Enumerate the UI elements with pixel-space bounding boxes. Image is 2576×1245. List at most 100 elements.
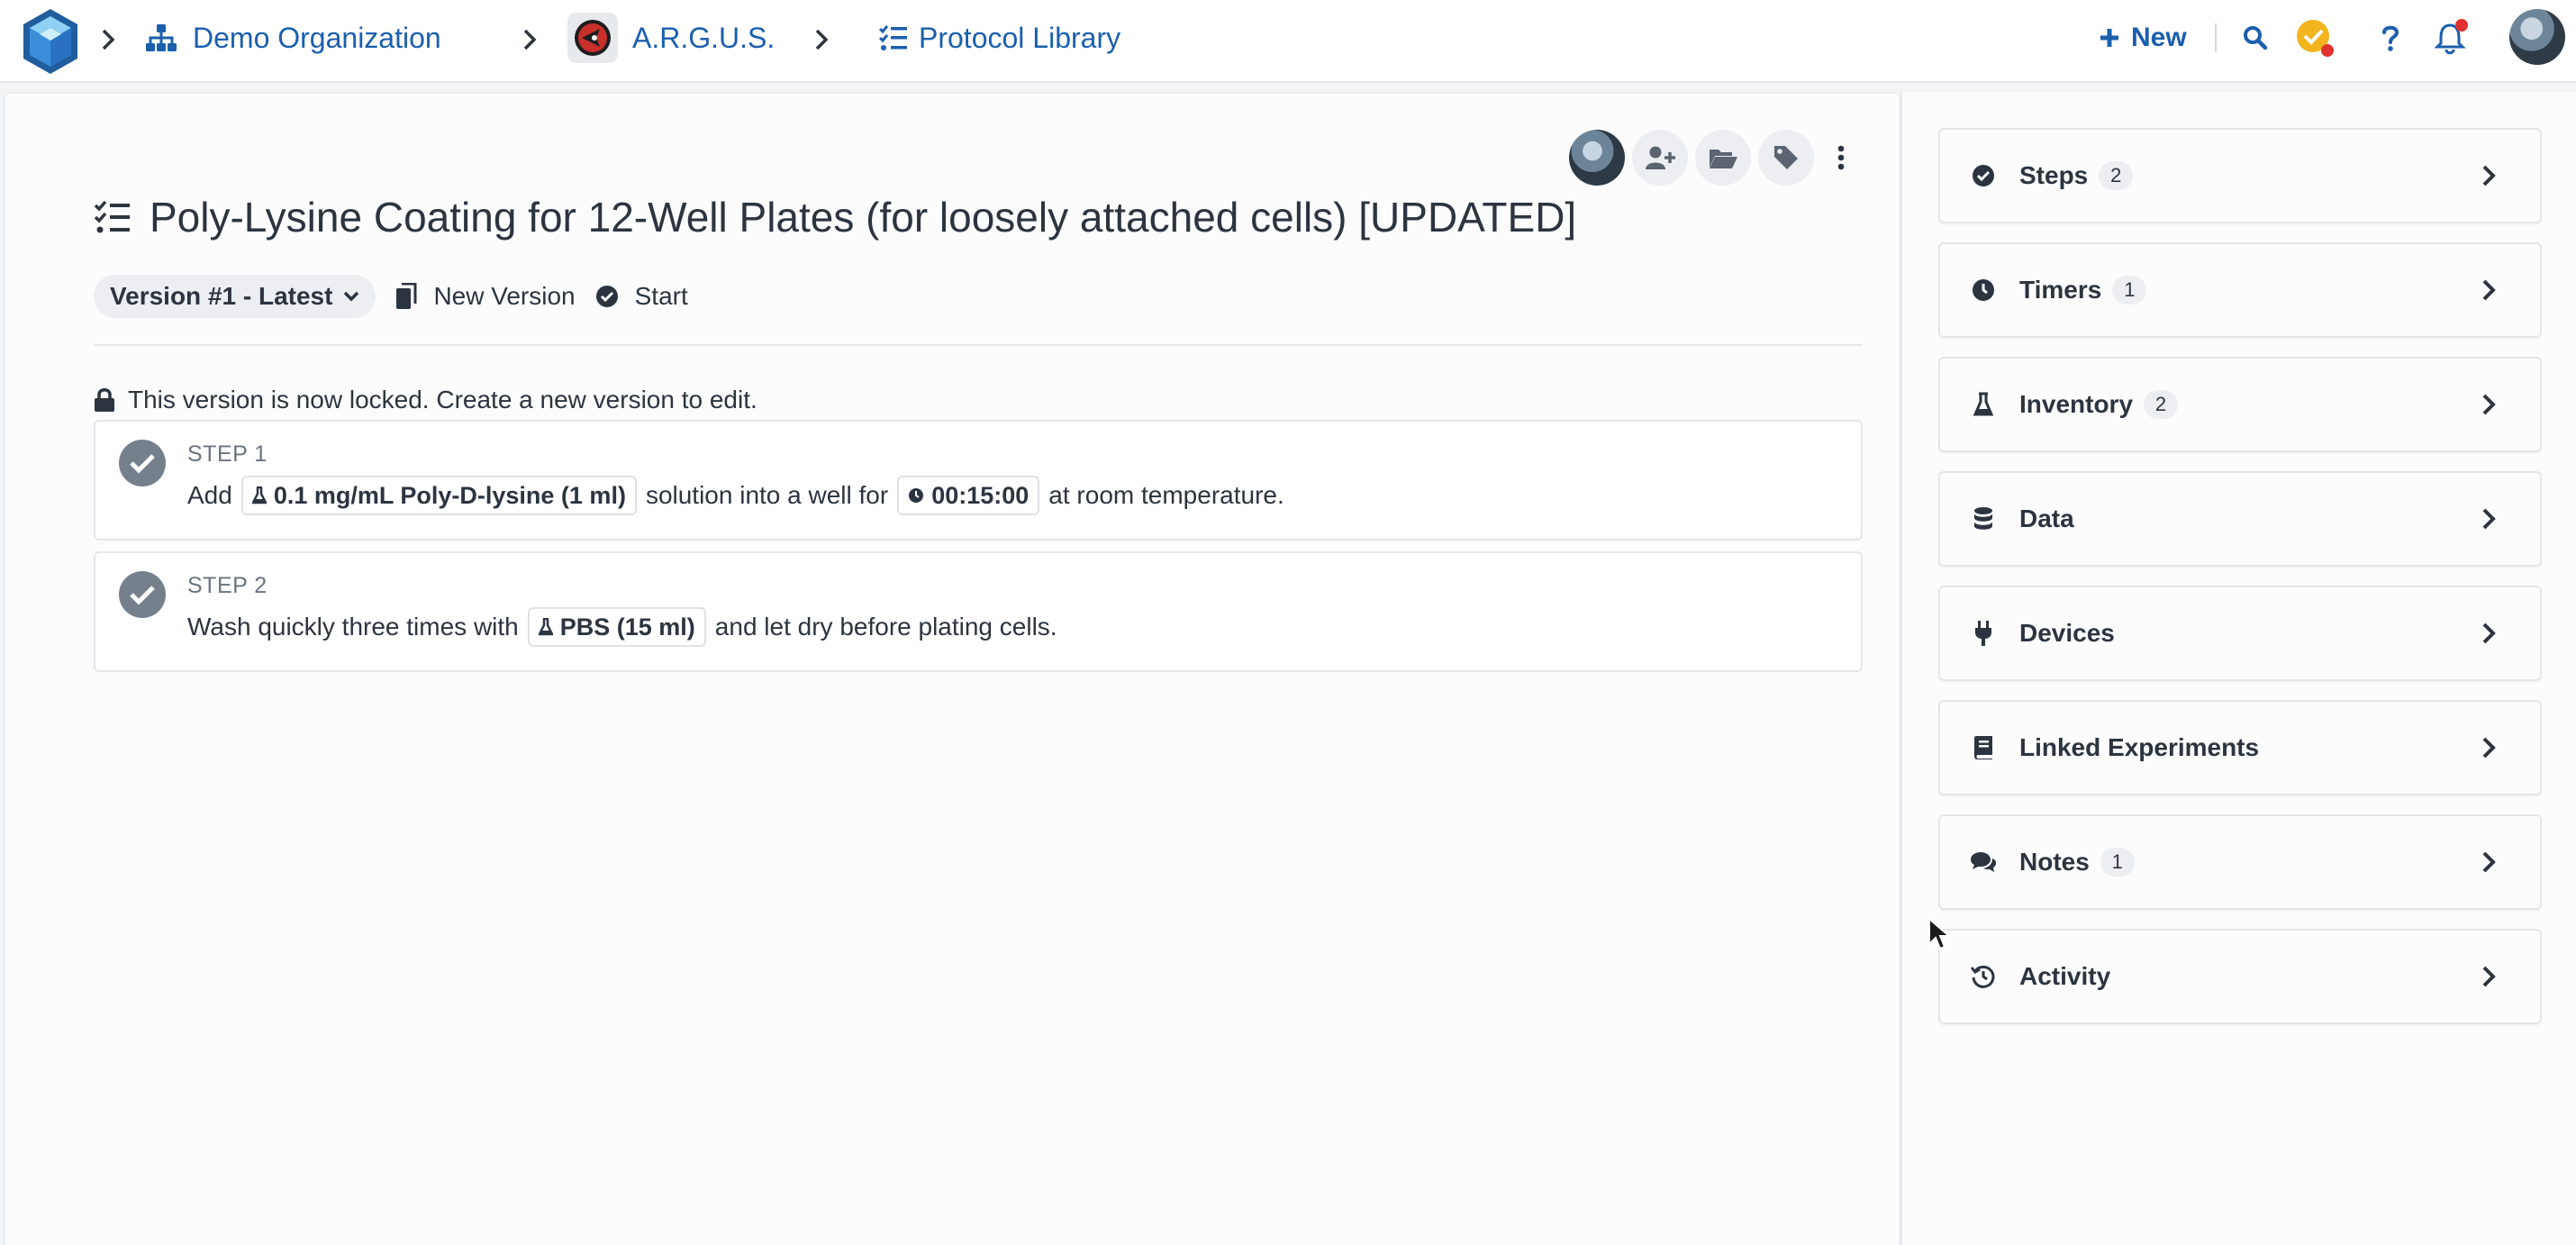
- count-badge: 1: [2100, 848, 2135, 877]
- version-select-label: Version #1 - Latest: [110, 282, 333, 310]
- panel-label: Notes: [2019, 848, 2090, 876]
- new-version-button[interactable]: New Version: [395, 282, 576, 311]
- inventory-chip-label: 0.1 mg/mL Poly-D-lysine (1 ml): [273, 481, 626, 509]
- version-select[interactable]: Version #1 - Latest: [94, 275, 376, 318]
- sidebar-panel-inventory[interactable]: Inventory 2: [1938, 357, 2542, 452]
- start-label: Start: [634, 282, 688, 310]
- more-options-icon[interactable]: [1825, 135, 1857, 180]
- chevron-down-icon: [344, 291, 359, 302]
- book-icon: [1967, 732, 2000, 764]
- inventory-chip-label: PBS (15 ml): [559, 613, 695, 641]
- count-badge: 1: [2112, 276, 2147, 304]
- notifications-bell-icon[interactable]: [2432, 18, 2472, 58]
- breadcrumb-project-label: A.R.G.U.S.: [632, 21, 776, 54]
- panel-label: Linked Experiments: [2019, 733, 2260, 761]
- history-icon: [1967, 960, 2000, 993]
- sidebar-panel-activity[interactable]: Activity: [1938, 929, 2542, 1024]
- locked-notice: This version is now locked. Create a new…: [94, 386, 757, 414]
- panel-label: Activity: [2019, 962, 2111, 990]
- sitemap-icon: [144, 21, 178, 55]
- toolbar-divider: [2215, 23, 2217, 52]
- step-number: STEP 1: [187, 441, 268, 467]
- tag-button[interactable]: [1758, 130, 1814, 186]
- step-complete-icon[interactable]: [119, 571, 166, 618]
- share-user-button[interactable]: [1632, 130, 1688, 186]
- database-icon: [1967, 503, 2000, 535]
- protocol-list-icon: [94, 200, 130, 233]
- breadcrumb-protocol-library[interactable]: Protocol Library: [877, 18, 1120, 58]
- step-text: Wash quickly three times with: [187, 613, 519, 641]
- app-logo-icon[interactable]: [20, 7, 81, 76]
- sidebar-panel-devices[interactable]: Devices: [1938, 586, 2542, 681]
- search-icon[interactable]: [2236, 18, 2275, 58]
- sidebar-panel-data[interactable]: Data: [1938, 471, 2542, 567]
- step-complete-icon[interactable]: [119, 440, 166, 486]
- sidebar-panel-linked-experiments[interactable]: Linked Experiments: [1938, 700, 2542, 795]
- step-instructions: Add 0.1 mg/mL Poly-D-lysine (1 ml) solut…: [187, 476, 1284, 515]
- step-instructions: Wash quickly three times with PBS (15 ml…: [187, 607, 1057, 647]
- section-divider: [94, 344, 1863, 346]
- chevron-right-icon: [519, 23, 540, 56]
- lock-icon: [95, 388, 114, 412]
- step-text: Add: [187, 481, 232, 509]
- start-button[interactable]: Start: [595, 282, 688, 311]
- help-icon[interactable]: [2371, 18, 2410, 58]
- clock-icon: [909, 488, 924, 503]
- inventory-chip[interactable]: 0.1 mg/mL Poly-D-lysine (1 ml): [240, 476, 637, 515]
- chevron-right-icon: [2475, 388, 2502, 421]
- new-button[interactable]: New: [2099, 20, 2187, 56]
- tag-icon: [1774, 146, 1798, 169]
- panel-label: Data: [2019, 504, 2074, 532]
- comments-icon: [1967, 846, 2000, 878]
- step-number: STEP 2: [187, 573, 268, 598]
- tasks-list-icon: [877, 21, 908, 55]
- protocol-title-row: Poly-Lysine Coating for 12-Well Plates (…: [94, 193, 1576, 241]
- flask-icon: [538, 618, 553, 636]
- user-plus-icon: [1646, 146, 1675, 169]
- breadcrumb-project[interactable]: A.R.G.U.S.: [567, 13, 775, 63]
- chevron-right-icon: [2475, 846, 2502, 878]
- check-circle-icon: [1967, 159, 2000, 192]
- step-text: at room temperature.: [1048, 481, 1284, 509]
- mouse-cursor-icon: [1928, 917, 1951, 950]
- protocol-toolbar: [1569, 130, 1814, 186]
- breadcrumb-organization-label: Demo Organization: [193, 21, 441, 54]
- clock-icon: [1967, 274, 2000, 306]
- check-circle-icon: [595, 286, 618, 307]
- count-badge: 2: [2099, 161, 2134, 190]
- breadcrumb-library-label: Protocol Library: [919, 21, 1121, 54]
- chevron-right-icon: [2475, 617, 2502, 650]
- timer-chip-label: 00:15:00: [931, 481, 1029, 509]
- tasks-status-icon[interactable]: [2295, 18, 2335, 58]
- chevron-right-icon: [97, 23, 119, 56]
- locked-notice-text: This version is now locked. Create a new…: [128, 386, 757, 413]
- sidebar-panel-steps[interactable]: Steps 2: [1938, 128, 2542, 223]
- owner-avatar[interactable]: [1569, 130, 1625, 186]
- timer-chip[interactable]: 00:15:00: [897, 476, 1040, 515]
- panel-label: Timers: [2019, 276, 2102, 304]
- user-avatar[interactable]: [2509, 9, 2565, 65]
- sidebar-panel-notes[interactable]: Notes 1: [1938, 814, 2542, 910]
- step-text: and let dry before plating cells.: [714, 613, 1057, 641]
- chevron-right-icon: [811, 23, 832, 56]
- plug-icon: [1967, 617, 2000, 650]
- move-folder-button[interactable]: [1695, 130, 1751, 186]
- folder-open-icon: [1710, 150, 1737, 168]
- flask-icon: [251, 486, 267, 504]
- project-logo-icon: [567, 13, 618, 63]
- panel-label: Devices: [2019, 619, 2115, 647]
- sidebar-panel-timers[interactable]: Timers 1: [1938, 242, 2542, 338]
- new-button-label: New: [2131, 23, 2187, 52]
- chevron-right-icon: [2475, 274, 2502, 306]
- step-text: solution into a well for: [645, 481, 889, 509]
- count-badge: 2: [2144, 390, 2179, 419]
- breadcrumb-organization[interactable]: Demo Organization: [144, 18, 441, 58]
- step-card: STEP 2 Wash quickly three times with PBS…: [94, 551, 1863, 672]
- new-version-label: New Version: [433, 282, 576, 310]
- version-toolbar: Version #1 - Latest New Version Start: [94, 274, 688, 319]
- panel-label: Steps: [2019, 161, 2089, 189]
- chevron-right-icon: [2475, 960, 2502, 993]
- chevron-right-icon: [2475, 159, 2502, 192]
- step-card: STEP 1 Add 0.1 mg/mL Poly-D-lysine (1 ml…: [94, 420, 1863, 541]
- inventory-chip[interactable]: PBS (15 ml): [527, 607, 706, 647]
